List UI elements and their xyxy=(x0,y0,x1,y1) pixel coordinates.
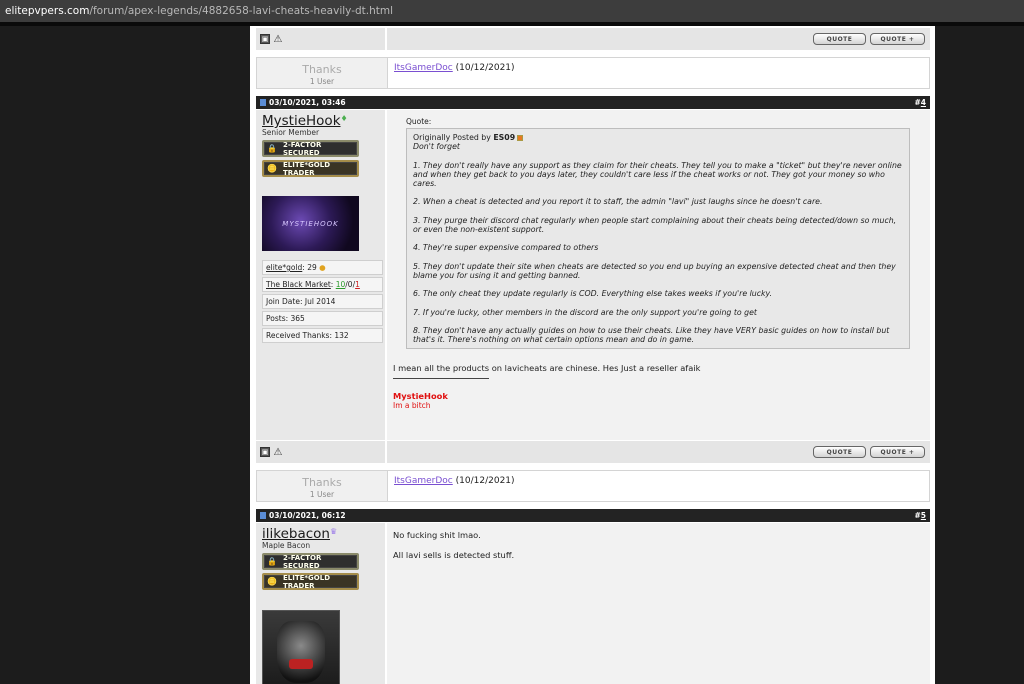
user-panel: ilikebacon♛ Maple Bacon 🔒 2-FACTOR SECURE… xyxy=(256,523,387,684)
forum-thread-page: ▣ ⚠ QUOTE QUOTE + Thanks 1 User ItsGamer… xyxy=(250,26,935,684)
coin-icon: ● xyxy=(319,263,326,272)
quote-line: 6. The only cheat they update regularly … xyxy=(413,289,773,299)
report-icon[interactable]: ▣ xyxy=(260,34,270,44)
post-header: 03/10/2021, 03:46 #4 xyxy=(256,96,930,109)
quote-line: Don't forget xyxy=(413,142,460,152)
thanks-user-link[interactable]: ItsGamerDoc xyxy=(394,476,453,486)
thanks-date: (10/12/2021) xyxy=(455,476,515,486)
skull-face-icon xyxy=(277,621,325,683)
thanks-label-cell: Thanks 1 User xyxy=(257,58,388,88)
coin-icon: 🪙 xyxy=(267,577,277,586)
received-thanks: Received Thanks: 132 xyxy=(262,328,383,343)
lock-icon: 🔒 xyxy=(267,144,277,153)
username-link[interactable]: MystieHook xyxy=(262,113,341,129)
warning-icon[interactable]: ⚠ xyxy=(273,447,283,458)
market-link[interactable]: The Black Market xyxy=(266,280,331,289)
quote-author: ES09 xyxy=(493,133,516,142)
thanks-label: Thanks xyxy=(302,63,342,76)
thanks-row: Thanks 1 User ItsGamerDoc (10/12/2021) xyxy=(256,57,930,89)
thanks-count: 1 User xyxy=(309,490,335,499)
post-message-line: No fucking shit lmao. xyxy=(393,530,481,540)
post-message-line: All lavi sells is detected stuff. xyxy=(393,550,515,560)
coin-icon: 🪙 xyxy=(267,164,277,173)
post-icon xyxy=(260,512,266,519)
post-content: No fucking shit lmao. All lavi sells is … xyxy=(387,523,930,684)
post-tools: ▣ ⚠ xyxy=(256,441,387,463)
elite-gold-link[interactable]: elite*gold xyxy=(266,263,302,272)
post-count: Posts: 365 xyxy=(262,311,383,326)
view-post-icon[interactable] xyxy=(517,135,524,141)
lock-icon: 🔒 xyxy=(267,557,277,566)
multiquote-button[interactable]: QUOTE + xyxy=(870,446,925,458)
signature-subtitle: Im a bitch xyxy=(393,401,431,411)
avatar-mouth xyxy=(289,659,313,669)
two-factor-badge: 🔒 2-FACTOR SECURED xyxy=(262,553,359,570)
post-date: 03/10/2021, 03:46 xyxy=(269,98,346,107)
quote-button[interactable]: QUOTE xyxy=(813,33,866,45)
two-factor-badge: 🔒 2-FACTOR SECURED xyxy=(262,140,359,157)
thanks-user-link[interactable]: ItsGamerDoc xyxy=(394,63,453,73)
thanks-users: ItsGamerDoc (10/12/2021) xyxy=(388,58,929,88)
quote-origin: Originally Posted by ES09 xyxy=(413,133,903,142)
quote-buttons: QUOTE QUOTE + xyxy=(387,28,930,50)
user-banner-image: MYSTIEHOOK xyxy=(262,196,359,251)
username-link[interactable]: ilikebacon xyxy=(262,526,330,542)
user-title: Senior Member xyxy=(262,128,320,137)
quote-line: 5. They don't update their site when che… xyxy=(413,261,896,280)
gold-trader-badge: 🪙 ELITE*GOLD TRADER xyxy=(262,573,359,590)
user-panel: MystieHook♦ Senior Member 🔒 2-FACTOR SECU… xyxy=(256,110,387,440)
post-header: 03/10/2021, 06:12 #5 xyxy=(256,509,930,522)
quote-label: Quote: xyxy=(406,117,432,126)
quote-box: Originally Posted by ES09 Don't forget 1… xyxy=(406,128,910,350)
elite-gold-stat: elite*gold: 29 ● xyxy=(262,260,383,275)
quote-button[interactable]: QUOTE xyxy=(813,446,866,458)
quote-line: 8. They don't have any actually guides o… xyxy=(413,325,890,345)
url-domain: elitepvpers.com xyxy=(5,5,90,17)
quote-line: 7. If you're lucky, other members in the… xyxy=(413,307,757,317)
url-path: /forum/apex-legends/4882658-lavi-cheats-… xyxy=(89,5,394,17)
post-action-bar: ▣ ⚠ QUOTE QUOTE + xyxy=(256,28,930,50)
thanks-count: 1 User xyxy=(309,77,335,86)
multiquote-button[interactable]: QUOTE + xyxy=(870,33,925,45)
post-date: 03/10/2021, 06:12 xyxy=(269,511,346,520)
post-action-bar: ▣ ⚠ QUOTE QUOTE + xyxy=(256,441,930,463)
thanks-row: Thanks 1 User ItsGamerDoc (10/12/2021) xyxy=(256,470,930,502)
url-bar[interactable]: elitepvpers.com/forum/apex-legends/48826… xyxy=(0,0,1024,22)
post-number[interactable]: #4 xyxy=(914,98,926,107)
market-stat: The Black Market: 10/0/1 xyxy=(262,277,383,292)
user-avatar xyxy=(262,610,340,684)
post-message: I mean all the products on lavicheats ar… xyxy=(393,363,701,374)
quote-line: 1. They don't really have any support as… xyxy=(413,160,902,189)
signature-divider xyxy=(393,378,489,380)
report-icon[interactable]: ▣ xyxy=(260,447,270,457)
user-title: Maple Bacon xyxy=(262,541,311,550)
quote-line: 2. When a cheat is detected and you repo… xyxy=(413,197,823,207)
post-body: ilikebacon♛ Maple Bacon 🔒 2-FACTOR SECURE… xyxy=(256,523,930,684)
thanks-users: ItsGamerDoc (10/12/2021) xyxy=(388,471,929,501)
quote-line: 4. They're super expensive compared to o… xyxy=(413,243,599,253)
post-content: Quote: Originally Posted by ES09 Don't f… xyxy=(387,110,930,440)
crown-icon: ♛ xyxy=(329,527,338,537)
thanks-date: (10/12/2021) xyxy=(455,63,515,73)
quote-buttons: QUOTE QUOTE + xyxy=(387,441,930,463)
gold-trader-badge: 🪙 ELITE*GOLD TRADER xyxy=(262,160,359,177)
post-icon xyxy=(260,99,266,106)
user-status-icon: ♦ xyxy=(340,114,348,124)
warning-icon[interactable]: ⚠ xyxy=(273,34,283,45)
post-body: MystieHook♦ Senior Member 🔒 2-FACTOR SECU… xyxy=(256,110,930,440)
quote-line: 3. They purge their discord chat regular… xyxy=(413,215,897,235)
thanks-label: Thanks xyxy=(302,476,342,489)
thanks-label-cell: Thanks 1 User xyxy=(257,471,388,501)
post-tools: ▣ ⚠ xyxy=(256,28,387,50)
post-number[interactable]: #5 xyxy=(914,511,926,520)
signature-name: MystieHook xyxy=(393,391,448,402)
join-date: Join Date: Jul 2014 xyxy=(262,294,383,309)
